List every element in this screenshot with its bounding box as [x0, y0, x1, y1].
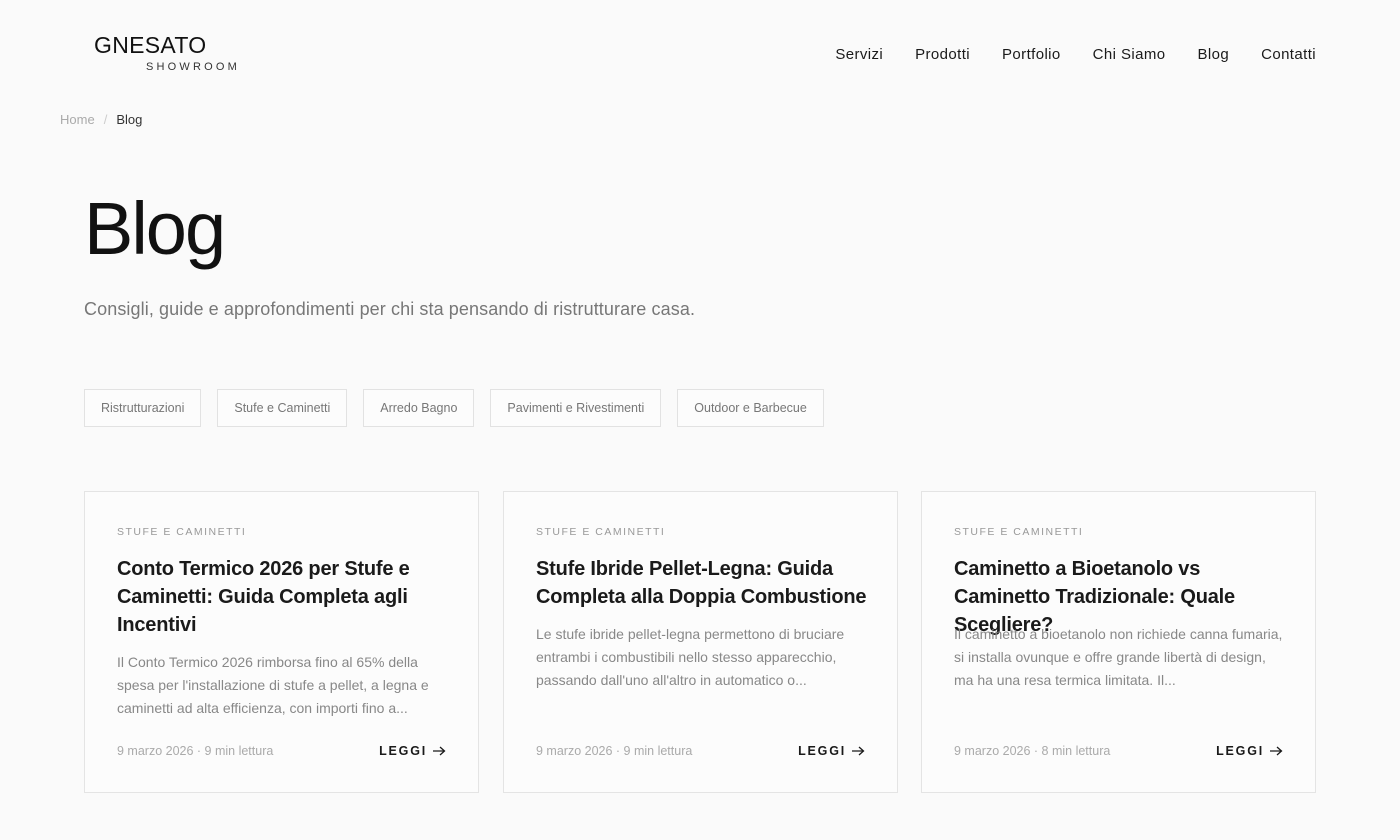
- arrow-right-icon: [1270, 746, 1283, 756]
- blog-card[interactable]: STUFE E CAMINETTI Caminetto a Bioetanolo…: [921, 491, 1316, 793]
- arrow-right-icon: [852, 746, 865, 756]
- breadcrumb-current: Blog: [116, 112, 143, 127]
- nav-blog[interactable]: Blog: [1197, 46, 1229, 63]
- blog-card[interactable]: STUFE E CAMINETTI Stufe Ibride Pellet-Le…: [503, 491, 898, 793]
- filter-stufe-caminetti[interactable]: Stufe e Caminetti: [217, 389, 348, 427]
- breadcrumb: Home / Blog: [60, 112, 142, 127]
- filter-outdoor-barbecue[interactable]: Outdoor e Barbecue: [677, 389, 824, 427]
- category-filters: Ristrutturazioni Stufe e Caminetti Arred…: [84, 389, 840, 427]
- page-subtitle: Consigli, guide e approfondimenti per ch…: [84, 299, 696, 319]
- blog-card[interactable]: STUFE E CAMINETTI Conto Termico 2026 per…: [84, 491, 479, 793]
- card-excerpt: Le stufe ibride pellet-legna permettono …: [536, 626, 845, 688]
- card-category: STUFE E CAMINETTI: [117, 526, 247, 538]
- nav-contatti[interactable]: Contatti: [1261, 46, 1316, 63]
- card-title[interactable]: Stufe Ibride Pellet-Legna: Guida Complet…: [536, 555, 871, 611]
- read-more-label: LEGGI: [1216, 744, 1264, 758]
- card-excerpt: Il Conto Termico 2026 rimborsa fino al 6…: [117, 654, 429, 716]
- filter-ristrutturazioni[interactable]: Ristrutturazioni: [84, 389, 202, 427]
- card-meta: 9 marzo 2026 · 9 min lettura: [536, 744, 693, 758]
- nav-portfolio[interactable]: Portfolio: [1002, 46, 1061, 63]
- arrow-right-icon: [433, 746, 446, 756]
- nav-servizi[interactable]: Servizi: [835, 46, 883, 63]
- card-excerpt: Il caminetto a bioetanolo non richiede c…: [954, 626, 1283, 688]
- card-meta: 9 marzo 2026 · 9 min lettura: [117, 744, 274, 758]
- read-more-label: LEGGI: [379, 744, 427, 758]
- filter-arredo-bagno[interactable]: Arredo Bagno: [363, 389, 475, 427]
- logo-sub-text: SHOWROOM: [146, 61, 241, 73]
- nav-chi-siamo[interactable]: Chi Siamo: [1093, 46, 1166, 63]
- page-title: Blog: [84, 187, 226, 270]
- logo-main-text: GNESATO: [94, 32, 207, 58]
- main-nav: Servizi Prodotti Portfolio Chi Siamo Blo…: [803, 46, 1316, 63]
- card-category: STUFE E CAMINETTI: [536, 526, 666, 538]
- filter-pavimenti-rivestimenti[interactable]: Pavimenti e Rivestimenti: [490, 389, 662, 427]
- read-more-link[interactable]: LEGGI: [798, 744, 865, 758]
- breadcrumb-separator: /: [103, 112, 108, 127]
- breadcrumb-home[interactable]: Home: [60, 112, 95, 127]
- nav-prodotti[interactable]: Prodotti: [915, 46, 970, 63]
- read-more-label: LEGGI: [798, 744, 846, 758]
- read-more-link[interactable]: LEGGI: [1216, 744, 1283, 758]
- site-header: GNESATO SHOWROOM Servizi Prodotti Portfo…: [0, 0, 1400, 100]
- logo[interactable]: GNESATO SHOWROOM: [94, 32, 237, 73]
- card-title[interactable]: Conto Termico 2026 per Stufe e Caminetti…: [117, 555, 452, 639]
- card-category: STUFE E CAMINETTI: [954, 526, 1084, 538]
- card-meta: 9 marzo 2026 · 8 min lettura: [954, 744, 1111, 758]
- read-more-link[interactable]: LEGGI: [379, 744, 446, 758]
